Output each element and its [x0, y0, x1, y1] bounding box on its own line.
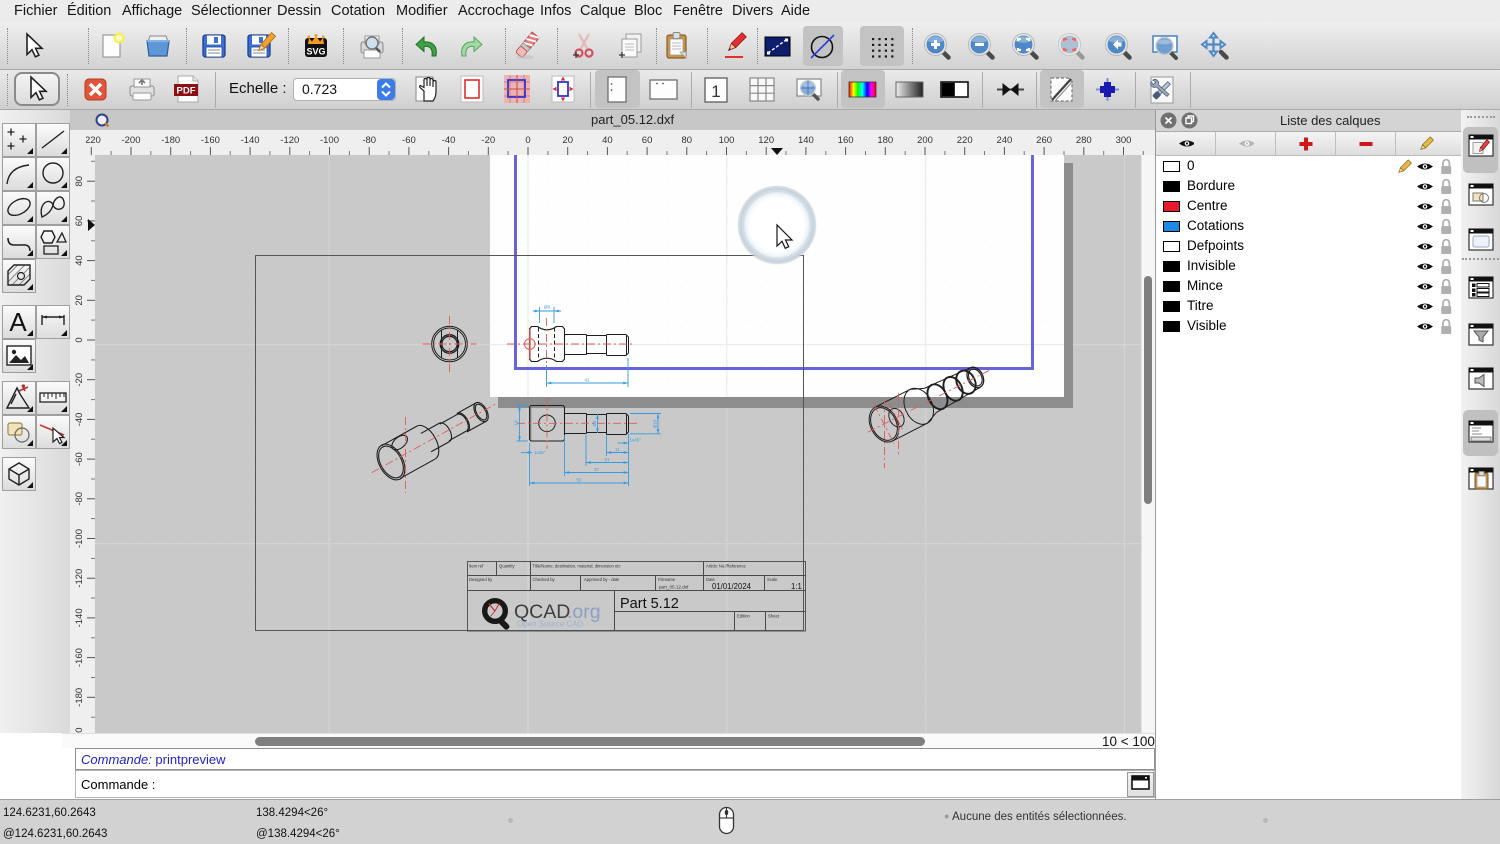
- svg-text:-40: -40: [442, 135, 456, 146]
- svg-text:Item ref: Item ref: [469, 564, 484, 569]
- svg-text:Sheet: Sheet: [768, 614, 780, 619]
- svg-text:1:1: 1:1: [791, 582, 802, 591]
- svg-text:-180: -180: [74, 688, 85, 707]
- svg-text:200: 200: [917, 135, 933, 146]
- svg-text:0: 0: [525, 135, 530, 146]
- svg-text:160: 160: [838, 135, 854, 146]
- svg-text:220: 220: [957, 135, 973, 146]
- svg-text:180: 180: [877, 135, 893, 146]
- svg-text:part_05.12.dxf: part_05.12.dxf: [659, 585, 689, 590]
- svg-text:10: 10: [514, 420, 519, 426]
- svg-text:Open Source CAD: Open Source CAD: [517, 620, 583, 629]
- svg-text:100: 100: [719, 135, 735, 146]
- svg-text:SVG: SVG: [306, 47, 325, 57]
- svg-text:Designed by: Designed by: [469, 577, 493, 582]
- svg-text:20: 20: [74, 295, 85, 306]
- svg-text:41: 41: [584, 378, 590, 383]
- svg-text:Checked by: Checked by: [533, 577, 556, 582]
- svg-text:01/01/2024: 01/01/2024: [712, 582, 752, 591]
- svg-text:-140: -140: [74, 608, 85, 627]
- svg-text:11: 11: [615, 447, 620, 452]
- svg-text:-140: -140: [241, 135, 260, 146]
- svg-text:Edition: Edition: [737, 614, 750, 619]
- svg-text:1x45°: 1x45°: [534, 450, 546, 455]
- svg-text:120: 120: [758, 135, 774, 146]
- svg-text:1x45°: 1x45°: [630, 438, 642, 443]
- svg-text:40: 40: [74, 255, 85, 266]
- svg-text:Scale: Scale: [767, 577, 778, 582]
- svg-text:20: 20: [562, 135, 573, 146]
- svg-text:Title/Name, destination, mater: Title/Name, destination, material, dimen…: [533, 564, 621, 569]
- svg-text:Ø10: Ø10: [653, 419, 658, 428]
- svg-text:Article No./Reference: Article No./Reference: [706, 564, 746, 569]
- svg-text:-160: -160: [201, 135, 220, 146]
- svg-text:0: 0: [74, 337, 85, 342]
- svg-text:-20: -20: [481, 135, 495, 146]
- svg-text:Quantity: Quantity: [499, 564, 516, 569]
- svg-text:Part 5.12: Part 5.12: [620, 596, 679, 612]
- svg-text:300: 300: [1116, 135, 1132, 146]
- svg-text:-20: -20: [74, 373, 85, 387]
- svg-text:60: 60: [642, 135, 653, 146]
- svg-text:Ø6: Ø6: [592, 420, 597, 427]
- svg-text:Filename: Filename: [658, 577, 676, 582]
- svg-text:Ø8: Ø8: [544, 305, 551, 310]
- svg-text:-220: -220: [86, 135, 101, 146]
- svg-text:-60: -60: [402, 135, 416, 146]
- svg-text:140: 140: [798, 135, 814, 146]
- svg-text:-60: -60: [74, 452, 85, 466]
- svg-text:280: 280: [1076, 135, 1092, 146]
- svg-text:-120: -120: [280, 135, 299, 146]
- svg-text:-100: -100: [320, 135, 339, 146]
- svg-text:PDF: PDF: [177, 86, 196, 97]
- svg-text:-40: -40: [74, 413, 85, 427]
- svg-text:-80: -80: [74, 492, 85, 506]
- svg-text:A: A: [9, 307, 27, 337]
- svg-text:80: 80: [74, 176, 85, 187]
- svg-text:50: 50: [576, 477, 582, 482]
- svg-text:60: 60: [74, 216, 85, 227]
- svg-text:1: 1: [711, 82, 720, 101]
- svg-text:80: 80: [682, 135, 693, 146]
- svg-text:40: 40: [602, 135, 613, 146]
- svg-text:21: 21: [604, 457, 610, 462]
- svg-text:37: 37: [594, 467, 600, 472]
- svg-text:-80: -80: [362, 135, 376, 146]
- svg-text:240: 240: [996, 135, 1012, 146]
- svg-text:Approved by - date: Approved by - date: [584, 577, 620, 582]
- svg-text:-200: -200: [121, 135, 140, 146]
- svg-text:-120: -120: [74, 569, 85, 588]
- svg-text:-160: -160: [74, 648, 85, 667]
- svg-text:-180: -180: [161, 135, 180, 146]
- svg-text:260: 260: [1036, 135, 1052, 146]
- svg-text:-100: -100: [74, 529, 85, 548]
